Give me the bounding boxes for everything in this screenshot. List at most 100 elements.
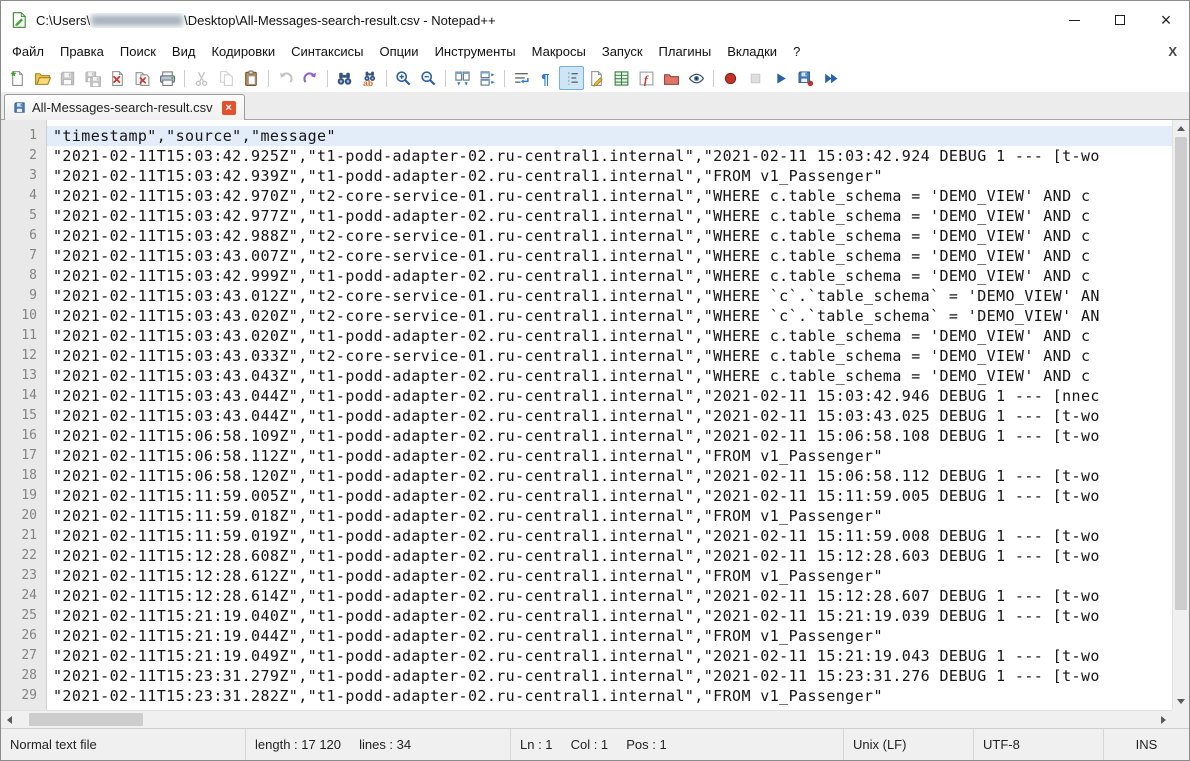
vertical-scroll-thumb[interactable]: [1175, 137, 1187, 610]
code-line-6[interactable]: "2021-02-11T15:03:42.988Z","t2-core-serv…: [47, 226, 1172, 246]
save-button: [55, 66, 80, 90]
code-line-25[interactable]: "2021-02-11T15:21:19.040Z","t1-podd-adap…: [47, 606, 1172, 626]
code-line-14[interactable]: "2021-02-11T15:03:43.044Z","t1-podd-adap…: [47, 386, 1172, 406]
tab-all-messages-search-result[interactable]: All-Messages-search-result.csv ×: [4, 94, 245, 120]
code-line-2[interactable]: "2021-02-11T15:03:42.925Z","t1-podd-adap…: [47, 146, 1172, 166]
function-list-button[interactable]: f: [634, 66, 659, 90]
define-language-button[interactable]: [584, 66, 609, 90]
cut-icon: [193, 70, 210, 87]
vertical-scroll-track[interactable]: [1173, 137, 1189, 693]
line-number: 27: [1, 646, 46, 666]
paste-button[interactable]: [239, 66, 264, 90]
document-monitor-button[interactable]: [684, 66, 709, 90]
horizontal-scrollbar[interactable]: [1, 710, 1172, 728]
menu-item-tabs[interactable]: Вкладки: [719, 41, 785, 62]
redo-button[interactable]: [298, 66, 323, 90]
code-line-26[interactable]: "2021-02-11T15:21:19.044Z","t1-podd-adap…: [47, 626, 1172, 646]
print-button[interactable]: [155, 66, 180, 90]
tab-close-icon[interactable]: ×: [222, 101, 236, 115]
code-line-1[interactable]: "timestamp","source","message": [47, 126, 1172, 146]
line-number: 17: [1, 446, 46, 466]
run-macro-multiple-button[interactable]: [818, 66, 843, 90]
line-number: 12: [1, 346, 46, 366]
code-line-13[interactable]: "2021-02-11T15:03:43.043Z","t1-podd-adap…: [47, 366, 1172, 386]
minimize-icon: [1069, 20, 1080, 21]
menu-item-help[interactable]: ?: [785, 41, 808, 62]
code-line-27[interactable]: "2021-02-11T15:21:19.049Z","t1-podd-adap…: [47, 646, 1172, 666]
menu-item-macro[interactable]: Макросы: [524, 41, 594, 62]
minimize-button[interactable]: [1051, 1, 1097, 39]
close-all-button[interactable]: [130, 66, 155, 90]
menu-item-language[interactable]: Синтаксисы: [283, 41, 371, 62]
close-file-button[interactable]: [105, 66, 130, 90]
find-button[interactable]: [332, 66, 357, 90]
menu-item-edit[interactable]: Правка: [52, 41, 112, 62]
menu-item-run[interactable]: Запуск: [594, 41, 651, 62]
play-macro-button[interactable]: [768, 66, 793, 90]
document-map-button[interactable]: [609, 66, 634, 90]
code-line-20[interactable]: "2021-02-11T15:11:59.018Z","t1-podd-adap…: [47, 506, 1172, 526]
code-line-17[interactable]: "2021-02-11T15:06:58.112Z","t1-podd-adap…: [47, 446, 1172, 466]
menu-item-encoding[interactable]: Кодировки: [203, 41, 283, 62]
code-line-11[interactable]: "2021-02-11T15:03:43.020Z","t1-podd-adap…: [47, 326, 1172, 346]
code-line-12[interactable]: "2021-02-11T15:03:43.033Z","t2-core-serv…: [47, 346, 1172, 366]
scroll-down-button[interactable]: [1173, 693, 1189, 710]
code-line-28[interactable]: "2021-02-11T15:23:31.279Z","t1-podd-adap…: [47, 666, 1172, 686]
code-line-10[interactable]: "2021-02-11T15:03:43.020Z","t2-core-serv…: [47, 306, 1172, 326]
horizontal-scroll-thumb[interactable]: [29, 713, 143, 726]
folder-as-workspace-button[interactable]: [659, 66, 684, 90]
code-line-29[interactable]: "2021-02-11T15:23:31.282Z","t1-podd-adap…: [47, 686, 1172, 706]
save-macro-button[interactable]: [793, 66, 818, 90]
scroll-up-button[interactable]: [1173, 120, 1189, 137]
menu-item-file[interactable]: Файл: [4, 41, 52, 62]
vertical-scrollbar[interactable]: [1172, 120, 1189, 710]
code-line-3[interactable]: "2021-02-11T15:03:42.939Z","t1-podd-adap…: [47, 166, 1172, 186]
code-line-8[interactable]: "2021-02-11T15:03:42.999Z","t1-podd-adap…: [47, 266, 1172, 286]
copy-icon: [218, 70, 235, 87]
menu-item-tools[interactable]: Инструменты: [427, 41, 524, 62]
close-icon: ×: [1161, 11, 1172, 29]
menu-item-settings[interactable]: Опции: [371, 41, 426, 62]
horizontal-scroll-track[interactable]: [18, 711, 1155, 728]
title-path-suffix: \Desktop\All-Messages-search-result.csv …: [184, 13, 495, 28]
zoom-in-button[interactable]: [391, 66, 416, 90]
replace-button[interactable]: ab: [357, 66, 382, 90]
zoom-out-button[interactable]: [416, 66, 441, 90]
word-wrap-button[interactable]: [509, 66, 534, 90]
code-line-4[interactable]: "2021-02-11T15:03:42.970Z","t2-core-serv…: [47, 186, 1172, 206]
line-number: 21: [1, 526, 46, 546]
toolbar-separator: [268, 70, 269, 87]
show-all-characters-button[interactable]: ¶: [534, 66, 559, 90]
menu-item-view[interactable]: Вид: [164, 41, 204, 62]
status-insert-mode[interactable]: INS: [1104, 729, 1189, 760]
code-line-7[interactable]: "2021-02-11T15:03:43.007Z","t2-core-serv…: [47, 246, 1172, 266]
code-line-18[interactable]: "2021-02-11T15:06:58.120Z","t1-podd-adap…: [47, 466, 1172, 486]
code-line-16[interactable]: "2021-02-11T15:06:58.109Z","t1-podd-adap…: [47, 426, 1172, 446]
status-encoding[interactable]: UTF-8: [974, 729, 1104, 760]
code-line-24[interactable]: "2021-02-11T15:12:28.614Z","t1-podd-adap…: [47, 586, 1172, 606]
status-eol-format[interactable]: Unix (LF): [844, 729, 974, 760]
text-content[interactable]: "timestamp","source","message""2021-02-1…: [47, 120, 1172, 710]
menu-close-document-x[interactable]: X: [1168, 44, 1177, 59]
maximize-button[interactable]: [1097, 1, 1143, 39]
code-line-9[interactable]: "2021-02-11T15:03:43.012Z","t2-core-serv…: [47, 286, 1172, 306]
code-line-22[interactable]: "2021-02-11T15:12:28.608Z","t1-podd-adap…: [47, 546, 1172, 566]
sync-horizontal-scroll-button[interactable]: [475, 66, 500, 90]
close-button[interactable]: ×: [1143, 1, 1189, 39]
code-line-5[interactable]: "2021-02-11T15:03:42.977Z","t1-podd-adap…: [47, 206, 1172, 226]
record-macro-button[interactable]: [718, 66, 743, 90]
code-line-15[interactable]: "2021-02-11T15:03:43.044Z","t1-podd-adap…: [47, 406, 1172, 426]
menu-item-search[interactable]: Поиск: [112, 41, 164, 62]
menu-item-plugins[interactable]: Плагины: [651, 41, 720, 62]
code-line-19[interactable]: "2021-02-11T15:11:59.005Z","t1-podd-adap…: [47, 486, 1172, 506]
scroll-right-button[interactable]: [1155, 711, 1172, 728]
scroll-left-button[interactable]: [1, 711, 18, 728]
sync-vertical-scroll-button[interactable]: [450, 66, 475, 90]
code-line-21[interactable]: "2021-02-11T15:11:59.019Z","t1-podd-adap…: [47, 526, 1172, 546]
show-indent-guide-button[interactable]: [559, 66, 584, 90]
redo-icon: [302, 70, 319, 87]
code-line-23[interactable]: "2021-02-11T15:12:28.612Z","t1-podd-adap…: [47, 566, 1172, 586]
new-file-button[interactable]: [5, 66, 30, 90]
line-number: 25: [1, 606, 46, 626]
open-file-button[interactable]: [30, 66, 55, 90]
